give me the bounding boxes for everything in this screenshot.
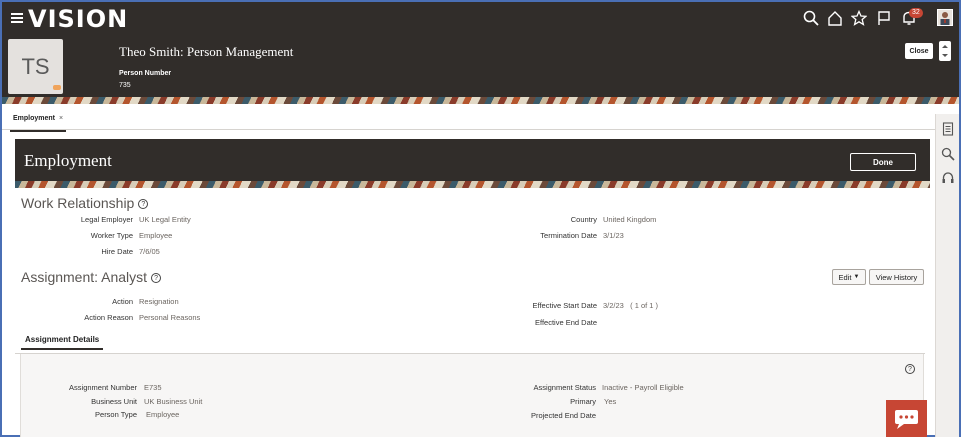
notifications-badge: 32: [909, 8, 923, 18]
country-label: Country: [570, 215, 597, 224]
close-button[interactable]: Close: [905, 43, 933, 59]
scroll-stepper[interactable]: [939, 41, 951, 61]
view-history-button[interactable]: View History: [869, 269, 924, 285]
termination-date-label: Termination Date: [540, 231, 597, 240]
action-reason-label: Action Reason: [84, 313, 133, 322]
decorative-banner: [2, 97, 959, 104]
action-value: Resignation: [139, 297, 179, 306]
effective-end-date-label: Effective End Date: [535, 318, 597, 327]
chat-bubble-icon: [895, 410, 918, 429]
status-indicator-icon: [53, 85, 61, 90]
business-unit-label: Business Unit: [91, 397, 137, 406]
right-side-panel: [935, 114, 959, 437]
person-number-value: 735: [119, 82, 131, 89]
person-avatar: TS: [8, 39, 63, 94]
tab-bar: Employment ×: [2, 110, 959, 132]
business-unit-value: UK Business Unit: [144, 397, 203, 406]
hire-date-label: Hire Date: [101, 247, 133, 256]
person-type-value: Employee: [146, 410, 180, 419]
star-icon[interactable]: [851, 10, 867, 26]
action-label: Action: [112, 297, 133, 306]
search-icon[interactable]: [803, 10, 819, 26]
help-icon[interactable]: ?: [151, 273, 162, 283]
assignment-status-value: Inactive - Payroll Eligible: [602, 383, 684, 392]
person-type-label: Person Type: [95, 410, 137, 419]
edit-button-label: Edit: [838, 272, 852, 282]
date-pager: ( 1 of 1 ): [630, 301, 659, 310]
assignment-number-value: E735: [144, 383, 162, 392]
worker-type-value: Employee: [139, 231, 173, 240]
stepper-arrows-icon: [942, 45, 948, 57]
projected-end-date-label: Projected End Date: [530, 411, 596, 420]
flag-icon[interactable]: [876, 10, 892, 26]
assignment-number-label: Assignment Number: [69, 383, 137, 392]
primary-value: Yes: [604, 397, 617, 406]
country-value: United Kingdom: [603, 215, 657, 224]
effective-start-date-text: 3/2/23: [603, 301, 624, 310]
person-title: Theo Smith: Person Management: [119, 44, 294, 59]
effective-start-date-value: 3/2/23 ( 1 of 1 ): [603, 301, 658, 310]
global-header: VISION 32: [2, 2, 959, 35]
user-avatar-icon: [940, 12, 950, 25]
search-panel-icon[interactable]: [941, 147, 955, 161]
effective-start-date-label: Effective Start Date: [532, 301, 597, 310]
tab-employment[interactable]: Employment ×: [10, 115, 67, 132]
hamburger-menu-icon[interactable]: [11, 13, 23, 23]
action-reason-value: Personal Reasons: [139, 313, 201, 322]
help-icon[interactable]: ?: [138, 199, 149, 209]
assignment-status-label: Assignment Status: [533, 383, 596, 392]
user-avatar[interactable]: [937, 9, 953, 26]
page-title: Employment: [24, 151, 112, 170]
document-icon[interactable]: [941, 122, 955, 136]
tab-employment-label: Employment: [13, 115, 56, 122]
tab-close-icon[interactable]: ×: [59, 115, 63, 122]
person-number-label: Person Number: [119, 70, 172, 77]
page-header: Employment Done: [15, 139, 930, 181]
chevron-down-icon: ▼: [853, 274, 860, 280]
assignment-heading: Assignment: Analyst?: [21, 269, 162, 285]
page-header-banner: [15, 181, 930, 188]
person-initials: TS: [21, 53, 50, 79]
work-relationship-heading: Work Relationship?: [21, 195, 149, 211]
legal-employer-label: Legal Employer: [80, 215, 133, 224]
work-relationship-title: Work Relationship: [21, 195, 135, 211]
termination-date-value: 3/1/23: [603, 231, 624, 240]
help-icon[interactable]: ?: [905, 364, 915, 374]
assignment-title: Assignment: Analyst: [21, 269, 148, 285]
edit-button[interactable]: Edit ▼: [832, 269, 866, 285]
worker-type-label: Worker Type: [90, 231, 133, 240]
headset-icon[interactable]: [941, 171, 955, 185]
tab-assignment-details[interactable]: Assignment Details: [21, 335, 104, 350]
primary-label: Primary: [570, 397, 596, 406]
assignment-details-panel: ?: [20, 354, 924, 437]
legal-employer-value: UK Legal Entity: [139, 215, 191, 224]
app-logo[interactable]: VISION: [28, 5, 128, 33]
home-icon[interactable]: [827, 10, 843, 26]
chat-button[interactable]: [886, 400, 927, 437]
done-button[interactable]: Done: [850, 153, 916, 171]
person-header: TS Theo Smith: Person Management Person …: [2, 35, 959, 103]
hire-date-value: 7/6/05: [139, 247, 160, 256]
